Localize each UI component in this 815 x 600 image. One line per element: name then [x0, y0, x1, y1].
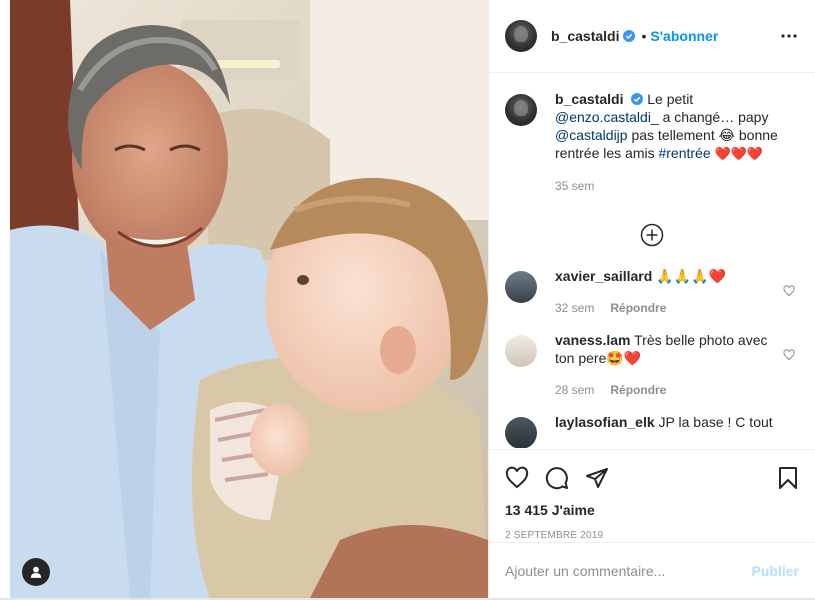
comment-avatar[interactable]	[505, 271, 537, 303]
comment-time[interactable]: 28 sem	[555, 383, 594, 397]
post-actions: 13 415 J'aime 2 SEPTEMBRE 2019	[489, 449, 815, 541]
post-caption: b_castaldi Le petit @enzo.castaldi_ a ch…	[505, 90, 799, 195]
post-photo[interactable]	[10, 0, 488, 598]
comment-meta: 32 sem Répondre	[555, 299, 799, 317]
hearts-emoji: ❤️❤️❤️	[714, 146, 764, 161]
photo-illustration	[10, 0, 488, 598]
save-button[interactable]	[759, 458, 799, 498]
load-more-comments[interactable]	[505, 207, 799, 263]
comment-item: laylasofian_elk JP la base ! C tout	[505, 413, 799, 448]
caption-username[interactable]: b_castaldi	[555, 91, 623, 107]
separator-dot: •	[641, 28, 647, 44]
heart-outline-icon	[505, 466, 529, 489]
user-tag-button[interactable]	[22, 558, 50, 586]
verified-badge-icon	[623, 30, 636, 42]
caption-text: a changé… papy	[658, 109, 769, 125]
comment-button[interactable]	[545, 458, 585, 498]
laughing-emoji: 😂	[718, 127, 735, 143]
comment-meta: 28 sem Répondre	[555, 381, 775, 399]
comment-item: xavier_saillard 🙏🙏🙏❤️ 32 sem Répondre	[505, 267, 799, 317]
author-username[interactable]: b_castaldi	[551, 28, 619, 44]
comment-username[interactable]: vaness.lam	[555, 332, 631, 348]
caption-text: Le petit	[647, 91, 694, 107]
comment-text: JP la base ! C tout	[658, 414, 773, 430]
follow-button[interactable]: S'abonner	[650, 28, 718, 44]
comment-like-icon[interactable]	[783, 285, 795, 297]
comment-composer: Publier	[489, 542, 815, 598]
verified-badge-icon	[631, 93, 644, 105]
mention-link[interactable]: @castaldijp	[555, 127, 628, 143]
reply-button[interactable]: Répondre	[610, 383, 666, 397]
comment-avatar[interactable]	[505, 417, 537, 448]
caption-meta: 35 sem	[555, 177, 799, 195]
user-tag-icon	[30, 566, 42, 578]
caption-time[interactable]: 35 sem	[555, 179, 594, 193]
caption-author-avatar[interactable]	[505, 94, 537, 126]
bookmark-icon	[779, 467, 797, 489]
comment-like-icon[interactable]	[783, 349, 795, 361]
comment-time[interactable]: 32 sem	[555, 301, 594, 315]
comment-username[interactable]: xavier_saillard	[555, 268, 652, 284]
more-horizontal-icon[interactable]	[777, 24, 801, 48]
author-avatar[interactable]	[505, 20, 537, 52]
reply-button[interactable]: Répondre	[610, 301, 666, 315]
action-bar	[505, 458, 799, 498]
plus-circle-icon[interactable]	[640, 223, 664, 247]
comment-text: 🙏🙏🙏❤️	[656, 268, 726, 284]
share-button[interactable]	[585, 458, 625, 498]
comments-list[interactable]: b_castaldi Le petit @enzo.castaldi_ a ch…	[489, 74, 815, 448]
comment-bubble-icon	[545, 467, 568, 490]
comment-input[interactable]	[505, 562, 752, 579]
post-side-panel: b_castaldi • S'abonner b_castaldi Le pet…	[488, 0, 815, 598]
comment-avatar[interactable]	[505, 335, 537, 367]
likes-count[interactable]: 13 415 J'aime	[505, 502, 799, 518]
mention-link[interactable]: @enzo.castaldi_	[555, 109, 659, 125]
comment-username[interactable]: laylasofian_elk	[555, 414, 655, 430]
post-date[interactable]: 2 SEPTEMBRE 2019	[505, 530, 799, 541]
comment-item: vaness.lam Très belle photo avec ton per…	[505, 331, 799, 399]
paper-plane-icon	[586, 468, 608, 488]
caption-text: pas tellement	[627, 127, 719, 143]
hashtag-link[interactable]: #rentrée	[658, 145, 710, 161]
post-header: b_castaldi • S'abonner	[489, 0, 815, 73]
like-button[interactable]	[505, 458, 545, 498]
publish-button[interactable]: Publier	[752, 563, 799, 579]
